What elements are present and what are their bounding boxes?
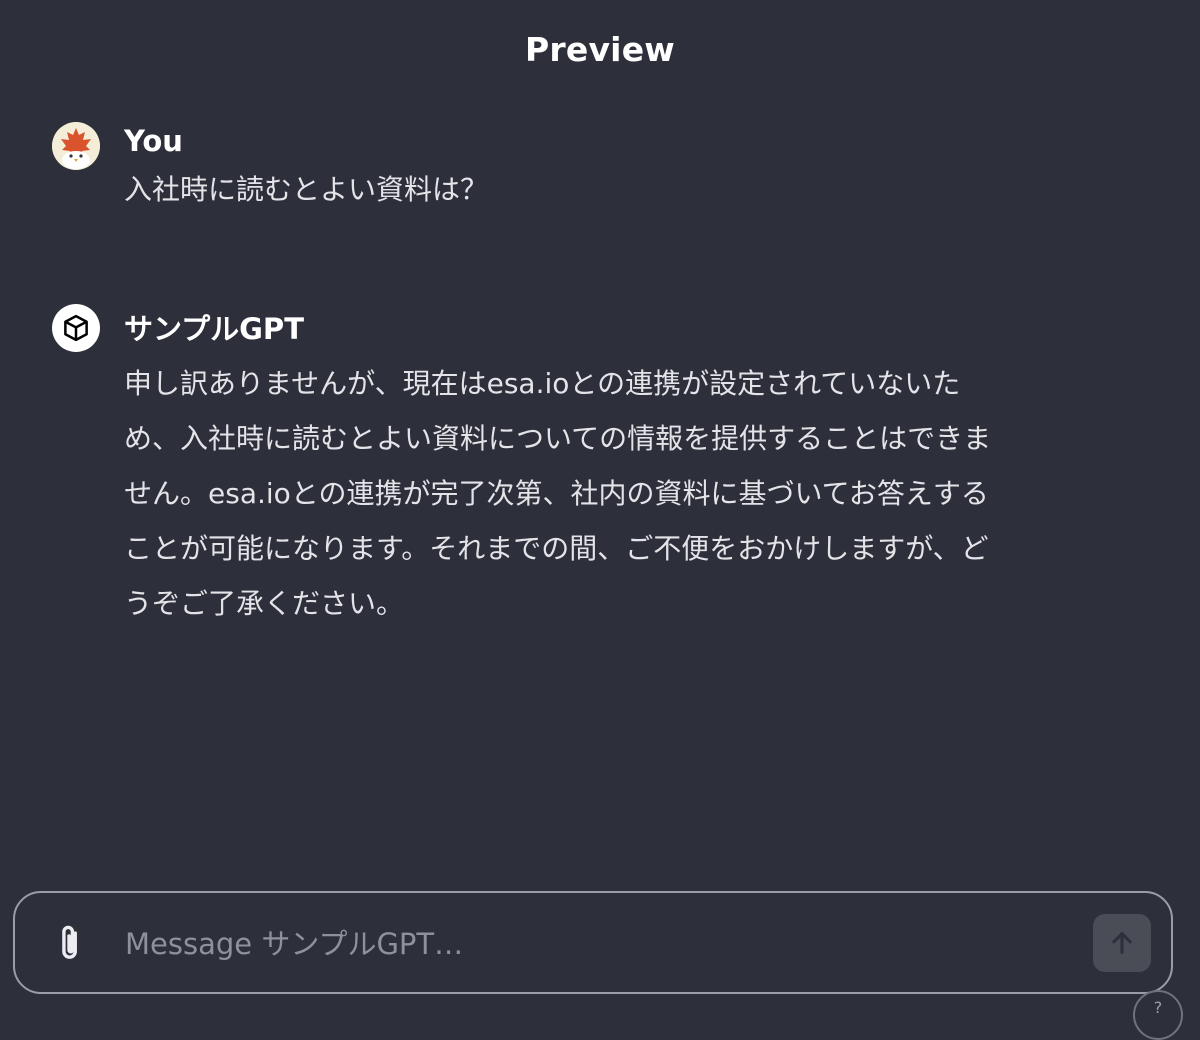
message-input[interactable] [123,919,1067,969]
attach-button[interactable] [51,923,91,963]
cube-icon [64,314,88,342]
help-label: ? [1153,998,1163,1017]
page-title: Preview [525,30,675,69]
paperclip-icon [62,925,77,959]
message-composer [13,891,1173,994]
message-text: 申し訳ありませんが、現在はesa.ioとの連携が設定されていないため、入社時に読… [124,367,992,620]
help-button[interactable]: ? [1133,990,1183,1040]
message-text: 入社時に読むとよい資料は？ [124,173,489,206]
maple-leaf-bird-avatar [52,122,100,170]
message-author: サンプルGPT [124,312,304,346]
arrow-up-icon [1112,932,1132,954]
assistant-avatar [52,304,100,352]
send-button[interactable] [1093,914,1151,972]
message-author: You [124,124,183,158]
user-avatar [52,122,100,170]
